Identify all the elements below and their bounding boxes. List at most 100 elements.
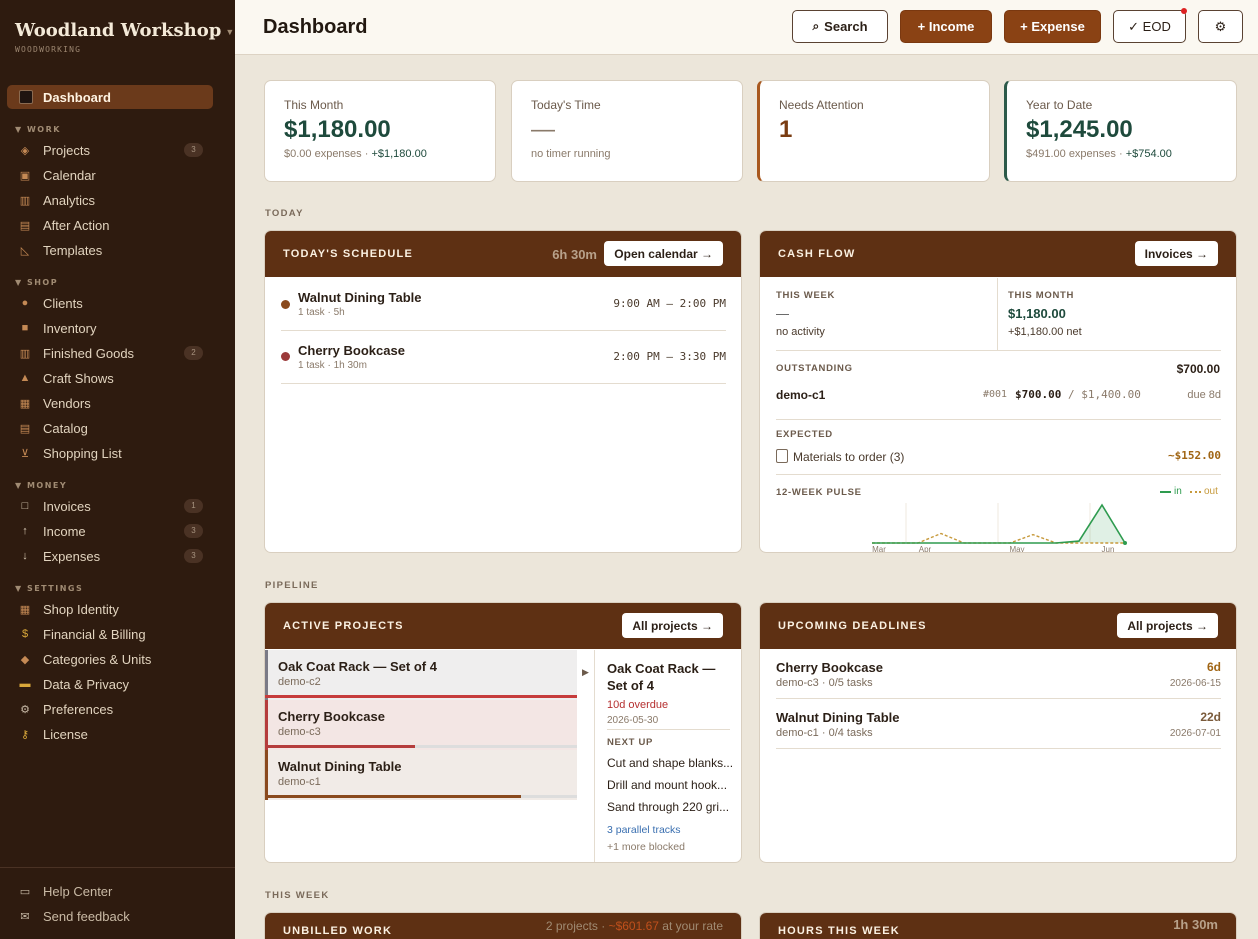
eod-label: ✓ EOD <box>1128 18 1171 34</box>
sidebar-item-craft-shows[interactable]: ▲ Craft Shows <box>18 367 208 389</box>
cash-flow-panel: CASH FLOW Invoices → THIS WEEK — no acti… <box>759 230 1237 553</box>
legend-in-swatch <box>1160 491 1171 493</box>
count-badge: 2 <box>184 346 203 360</box>
sidebar-item-label: Financial & Billing <box>43 626 146 642</box>
sidebar-item-clients[interactable]: ● Clients <box>18 292 208 314</box>
add-income-button[interactable]: + Income <box>900 10 992 43</box>
deadline-name: Cherry Bookcase <box>776 660 883 675</box>
project-code: demo-c3 <box>278 726 321 738</box>
sidebar-item-label: Inventory <box>43 320 97 336</box>
schedule-item[interactable]: Cherry Bookcase 1 task · 1h 30m 2:00 PM … <box>281 331 726 383</box>
next-task[interactable]: Cut and shape blanks... <box>607 756 732 770</box>
kpi-label: Year to Date <box>1026 98 1093 112</box>
open-calendar-button[interactable]: Open calendar → <box>604 241 723 266</box>
next-task[interactable]: Drill and mount hook... <box>607 778 732 792</box>
sidebar-item-shopping-list[interactable]: ⊻ Shopping List <box>18 442 208 464</box>
section-work[interactable]: ▼ WORK <box>15 125 61 134</box>
kpi-sub-b: +$754.00 <box>1125 148 1172 160</box>
sidebar-item-expenses[interactable]: ↓ Expenses 3 <box>18 545 208 567</box>
eod-button[interactable]: ✓ EOD <box>1113 8 1187 43</box>
section-money[interactable]: ▼ MONEY <box>15 481 67 490</box>
hours-this-week-panel: HOURS THIS WEEK 1h 30m <box>759 912 1237 939</box>
section-settings[interactable]: ▼ SETTINGS <box>15 584 83 593</box>
deadline-date: 2026-06-15 <box>1169 678 1221 689</box>
sidebar-item-preferences[interactable]: ⚙ Preferences <box>18 698 208 720</box>
cart-icon: ⊻ <box>20 447 30 460</box>
dashboard-icon <box>19 90 33 104</box>
section-shop[interactable]: ▼ SHOP <box>15 278 58 287</box>
divider <box>776 419 1221 420</box>
count-badge: 1 <box>184 499 203 513</box>
invoices-button[interactable]: Invoices → <box>1134 241 1218 266</box>
project-row[interactable]: Walnut Dining Table demo-c1 <box>265 750 577 800</box>
kpi-todays-time[interactable]: Today's Time — no timer running <box>511 80 743 182</box>
add-expense-button[interactable]: + Expense <box>1004 10 1101 43</box>
sidebar-item-after-action[interactable]: ▤ After Action <box>18 214 208 236</box>
sidebar-item-calendar[interactable]: ▣ Calendar <box>18 164 208 186</box>
sidebar-item-income[interactable]: ↑ Income 3 <box>18 520 208 542</box>
schedule-item[interactable]: Walnut Dining Table 1 task · 5h 9:00 AM … <box>281 278 726 330</box>
project-row-selected[interactable]: Oak Coat Rack — Set of 4 demo-c2 ▶ <box>265 650 589 700</box>
deadline-meta: demo-c1 · 0/4 tasks <box>776 727 873 739</box>
sidebar-item-projects[interactable]: ◈ Projects 3 <box>18 139 208 161</box>
sidebar-item-license[interactable]: ⚷ License <box>18 723 208 745</box>
kpi-this-month[interactable]: This Month $1,180.00 $0.00 expenses · +$… <box>264 80 496 182</box>
search-icon: ⌕ <box>812 19 820 33</box>
store-icon: ▦ <box>19 603 31 616</box>
pulse-label: 12-WEEK PULSE <box>776 487 862 498</box>
deadline-date: 2026-07-01 <box>1169 728 1221 739</box>
kpi-year-to-date[interactable]: Year to Date $1,245.00 $491.00 expenses … <box>1004 80 1237 182</box>
search-button[interactable]: ⌕ Search <box>792 10 888 43</box>
settings-button[interactable]: ⚙ <box>1198 10 1243 43</box>
sidebar-item-label: Calendar <box>43 167 96 183</box>
sidebar-item-invoices[interactable]: □ Invoices 1 <box>18 495 208 517</box>
expected-row[interactable]: Materials to order (3) ~$152.00 <box>776 446 1221 466</box>
parallel-tracks-link[interactable]: 3 parallel tracks <box>607 824 681 836</box>
book-icon: ▭ <box>19 885 31 898</box>
deadline-row[interactable]: Walnut Dining Table demo-c1 · 0/4 tasks … <box>776 700 1221 748</box>
help-center-link[interactable]: ▭ Help Center <box>18 880 208 902</box>
all-projects-button[interactable]: All projects → <box>622 613 723 638</box>
this-week-value: — <box>776 306 789 321</box>
project-code: demo-c2 <box>278 676 321 688</box>
active-projects-panel: ACTIVE PROJECTS All projects → Oak Coat … <box>264 602 742 863</box>
sidebar-item-shop-identity[interactable]: ▦ Shop Identity <box>18 598 208 620</box>
kpi-needs-attention[interactable]: Needs Attention 1 <box>757 80 990 182</box>
x-tick-label: Jun <box>1102 545 1115 553</box>
sidebar-item-dashboard[interactable]: Dashboard <box>7 85 213 109</box>
deadline-days: 22d <box>1200 710 1221 724</box>
project-row[interactable]: Cherry Bookcase demo-c3 <box>265 700 577 750</box>
sidebar-item-financial-billing[interactable]: $ Financial & Billing <box>18 623 208 645</box>
schedule-item-name: Cherry Bookcase <box>298 343 405 358</box>
sidebar-item-data-privacy[interactable]: ▬ Data & Privacy <box>18 673 208 695</box>
sidebar-item-vendors[interactable]: ▦ Vendors <box>18 392 208 414</box>
sidebar-item-inventory[interactable]: ■ Inventory <box>18 317 208 339</box>
panel-header: HOURS THIS WEEK 1h 30m <box>760 913 1236 939</box>
x-tick-label: Apr <box>919 545 932 553</box>
panel-header: CASH FLOW Invoices → <box>760 231 1236 277</box>
expected-item: Materials to order (3) <box>793 450 905 464</box>
project-name: Oak Coat Rack — Set of 4 <box>278 659 437 674</box>
divider <box>281 383 726 384</box>
brand-subtitle: WOODWORKING <box>15 45 82 54</box>
send-feedback-link[interactable]: ✉ Send feedback <box>18 905 208 927</box>
deadline-row[interactable]: Cherry Bookcase demo-c3 · 0/5 tasks 6d 2… <box>776 650 1221 698</box>
sidebar-item-finished-goods[interactable]: ▥ Finished Goods 2 <box>18 342 208 364</box>
sidebar-item-label: Help Center <box>43 883 113 899</box>
sidebar-item-templates[interactable]: ◺ Templates <box>18 239 208 261</box>
sidebar-item-categories-units[interactable]: ◆ Categories & Units <box>18 648 208 670</box>
next-task[interactable]: Sand through 220 gri... <box>607 800 732 814</box>
sidebar-item-label: Dashboard <box>43 89 111 105</box>
topbar: Dashboard ⌕ Search + Income + Expense ✓ E… <box>235 0 1258 55</box>
outstanding-invoice-row[interactable]: demo-c1 #001 $700.00 / $1,400.00 due 8d <box>776 381 1221 407</box>
sidebar-item-analytics[interactable]: ▥ Analytics <box>18 189 208 211</box>
divider <box>594 650 595 862</box>
sidebar-item-label: Shopping List <box>43 445 122 461</box>
outstanding-label: OUTSTANDING <box>776 363 853 374</box>
chevron-down-icon[interactable]: ▼ <box>225 27 234 37</box>
progress-track <box>265 695 577 698</box>
all-projects-button[interactable]: All projects → <box>1117 613 1218 638</box>
invoice-amounts: $700.00 / $1,400.00 <box>1015 388 1141 401</box>
sidebar-item-catalog[interactable]: ▤ Catalog <box>18 417 208 439</box>
brand[interactable]: Woodland Workshop ▼ WOODWORKING <box>15 20 234 54</box>
